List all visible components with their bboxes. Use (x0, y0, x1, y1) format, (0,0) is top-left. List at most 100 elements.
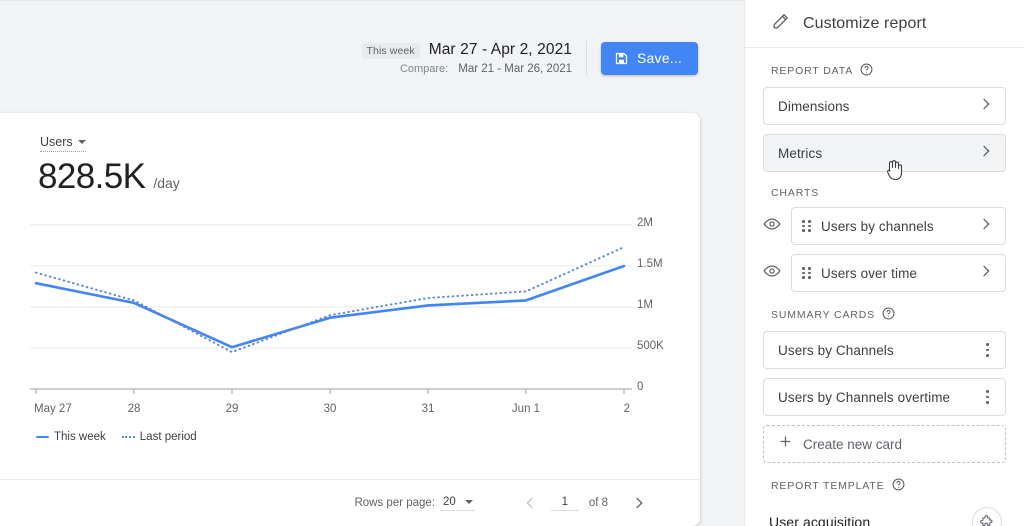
customize-report-sidebar: Customize report Report data Dimensions … (744, 0, 1024, 526)
chart-row-button[interactable]: Users over time (791, 254, 1006, 292)
eye-icon[interactable] (763, 215, 781, 238)
create-new-card-button[interactable]: Create new card (763, 425, 1006, 463)
x-axis-tick-label: 2 (623, 403, 630, 415)
date-range-compare-row: Compare: Mar 21 - Mar 26, 2021 (362, 63, 572, 75)
y-axis-tick-label: 1.5M (637, 258, 663, 270)
legend-solid-swatch (36, 435, 49, 439)
sidebar-item-label: Metrics (778, 145, 823, 161)
drag-handle-icon[interactable] (802, 220, 812, 232)
save-icon (614, 51, 629, 66)
section-label-report-data: Report data (771, 63, 1006, 79)
chart-row-label: Users over time (821, 265, 918, 281)
y-axis-labels: 0 500K 1M 1.5M 2M (637, 213, 697, 513)
rows-per-page-label: Rows per page: (354, 497, 436, 509)
section-label-text: Report template (771, 480, 885, 492)
period-chip: This week (361, 43, 420, 59)
legend-label-this-week: This week (54, 431, 106, 443)
previous-page-button[interactable] (515, 488, 545, 518)
y-axis-tick-label: 500K (637, 340, 664, 352)
sidebar-item-dimensions[interactable]: Dimensions (763, 87, 1006, 125)
legend-label-last-period: Last period (139, 431, 197, 443)
chart-row-label: Users by channels (821, 218, 934, 234)
drag-handle-icon[interactable] (802, 267, 812, 279)
x-axis-tick-label: 29 (225, 403, 239, 415)
x-axis-tick-label: 28 (127, 403, 141, 415)
legend-dotted-swatch (121, 436, 135, 438)
top-toolbar: This week Mar 27 - Apr 2, 2021 Compare: … (0, 0, 744, 113)
section-label-report-template: Report template (771, 478, 1006, 494)
chevron-right-icon (978, 263, 994, 284)
x-axis-tick-label: 31 (421, 403, 435, 415)
next-page-button[interactable] (624, 488, 654, 518)
y-axis-tick-label: 1M (637, 299, 653, 311)
plus-icon (778, 434, 793, 454)
report-template-name: User acquisition (769, 514, 871, 526)
chevron-down-icon (77, 140, 86, 144)
compare-range-value[interactable]: Mar 21 - Mar 26, 2021 (458, 63, 572, 75)
sidebar-item-metrics[interactable]: Metrics (763, 134, 1006, 172)
compare-label: Compare: (399, 63, 449, 75)
legend-item-this-week: This week (36, 431, 106, 443)
summary-card-users-by-channels-overtime[interactable]: Users by Channels overtime (763, 378, 1006, 416)
metric-selector-label: Users (40, 135, 73, 149)
more-options-icon[interactable] (981, 386, 994, 407)
metric-selector[interactable]: Users (40, 135, 86, 152)
x-axis-tick-label: May 27 (34, 403, 72, 415)
puzzle-piece-icon[interactable] (972, 507, 1002, 526)
page-number-input[interactable]: 1 (550, 496, 579, 511)
help-icon[interactable] (892, 478, 905, 494)
help-icon[interactable] (882, 307, 895, 323)
app-root: This week Mar 27 - Apr 2, 2021 Compare: … (0, 0, 1024, 526)
date-range-block[interactable]: This week Mar 27 - Apr 2, 2021 Compare: … (361, 41, 586, 75)
chart-row-button[interactable]: Users by channels (791, 207, 1006, 245)
x-axis-labels: May 27 28 29 30 31 Jun 1 2 (0, 403, 700, 423)
section-label-text: Charts (771, 187, 820, 199)
sidebar-item-label: Dimensions (778, 98, 850, 114)
report-template-row[interactable]: User acquisition (763, 502, 1006, 526)
x-axis-tick-label: Jun 1 (511, 403, 541, 415)
left-region: This week Mar 27 - Apr 2, 2021 Compare: … (0, 0, 744, 526)
metric-number: 828.5K (38, 157, 146, 196)
rows-per-page-select[interactable]: 20 (441, 496, 475, 511)
summary-card-label: Users by Channels (778, 342, 894, 358)
rows-per-page-value: 20 (443, 495, 456, 508)
chevron-right-icon (636, 497, 643, 509)
section-label-summary-cards: Summary cards (771, 307, 1006, 323)
section-label-charts: Charts (771, 187, 1006, 199)
sidebar-body: Report data Dimensions Metrics Charts (745, 63, 1024, 526)
toolbar-right-group: This week Mar 27 - Apr 2, 2021 Compare: … (361, 41, 698, 75)
chevron-down-icon (464, 499, 473, 504)
pencil-icon (771, 12, 790, 36)
chart-legend: This week Last period (36, 431, 197, 443)
section-label-text: Summary cards (771, 309, 876, 321)
chevron-right-icon (978, 216, 994, 237)
more-options-icon[interactable] (981, 339, 994, 360)
date-range-value[interactable]: Mar 27 - Apr 2, 2021 (429, 41, 572, 59)
y-axis-tick-label: 0 (637, 381, 644, 393)
chevron-right-icon (978, 96, 994, 117)
help-icon[interactable] (860, 63, 873, 79)
chart-list-item-users-over-time: Users over time (763, 254, 1006, 292)
save-button-label: Save... (637, 50, 682, 66)
chart-svg (30, 224, 632, 394)
sidebar-header: Customize report (745, 0, 1024, 48)
chart-card: Users 828.5K /day 0 500K 1M 1.5M 2M May 27 28… (0, 113, 700, 526)
y-axis-tick-label: 2M (637, 217, 653, 229)
eye-icon[interactable] (763, 262, 781, 285)
sidebar-title: Customize report (803, 14, 927, 32)
metric-unit: /day (153, 175, 180, 191)
date-range-primary-row: This week Mar 27 - Apr 2, 2021 (361, 41, 572, 59)
section-label-text: Report data (771, 65, 854, 77)
summary-card-label: Users by Channels overtime (778, 389, 951, 405)
summary-card-users-by-channels[interactable]: Users by Channels (763, 331, 1006, 369)
page-total-label: of 8 (588, 497, 608, 509)
chevron-right-icon (978, 143, 994, 164)
create-new-card-label: Create new card (803, 436, 903, 452)
line-chart-plot (0, 213, 700, 423)
toolbar-divider (586, 41, 588, 75)
save-button[interactable]: Save... (601, 41, 698, 75)
chevron-left-icon (526, 497, 533, 509)
legend-item-last-period: Last period (121, 431, 197, 443)
x-axis-tick-label: 30 (323, 403, 337, 415)
big-metric-value: 828.5K /day (38, 157, 180, 197)
